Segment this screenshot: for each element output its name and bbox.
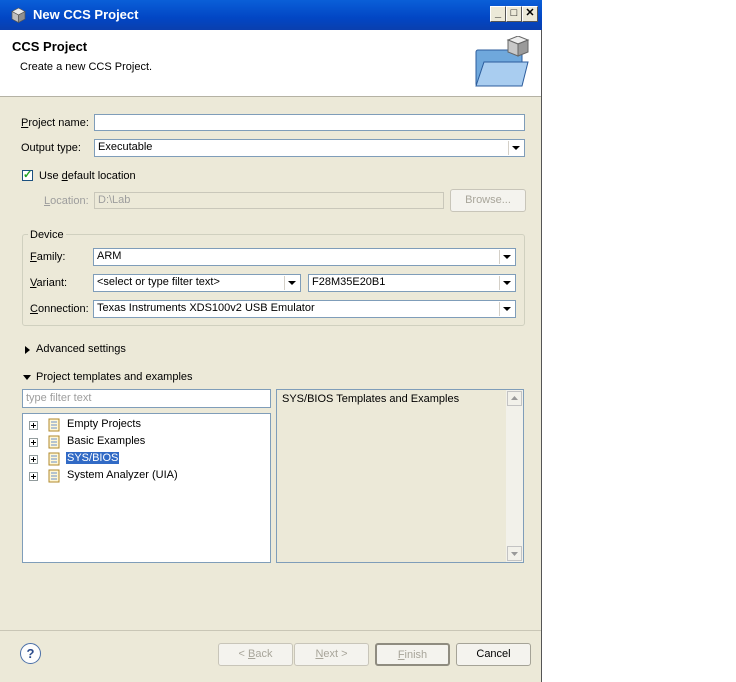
output-type-select[interactable]: Executable bbox=[94, 139, 525, 157]
chevron-down-icon bbox=[499, 250, 514, 264]
new-ccs-project-dialog: New CCS Project _ □ ✕ CCS Project Create… bbox=[0, 0, 542, 682]
finish-button[interactable]: Finish bbox=[375, 643, 450, 666]
template-description-panel: SYS/BIOS Templates and Examples bbox=[276, 389, 524, 563]
output-type-label: Output type: bbox=[21, 142, 81, 154]
template-description: SYS/BIOS Templates and Examples bbox=[282, 393, 460, 405]
close-button[interactable]: ✕ bbox=[522, 6, 538, 22]
template-folder-icon bbox=[48, 418, 60, 432]
cancel-button[interactable]: Cancel bbox=[456, 643, 531, 666]
template-filter-input[interactable]: type filter text bbox=[22, 389, 271, 408]
connection-label: Connection: bbox=[30, 303, 89, 315]
connection-select[interactable]: Texas Instruments XDS100v2 USB Emulator bbox=[93, 300, 516, 318]
folder-with-cube-icon bbox=[475, 36, 530, 87]
window-title: New CCS Project bbox=[33, 7, 139, 22]
title-bar[interactable]: New CCS Project _ □ ✕ bbox=[0, 0, 542, 30]
tree-item-label: Empty Projects bbox=[67, 418, 141, 430]
device-group-label: Device bbox=[28, 229, 66, 241]
location-input[interactable]: D:\Lab bbox=[94, 192, 444, 209]
family-select[interactable]: ARM bbox=[93, 248, 516, 266]
ccs-app-icon bbox=[11, 7, 26, 24]
expand-icon[interactable] bbox=[29, 438, 38, 447]
advanced-settings-label: Advanced settings bbox=[36, 343, 126, 355]
chevron-down-icon bbox=[23, 375, 31, 380]
use-default-location-label: Use default location bbox=[39, 170, 136, 182]
browse-button[interactable]: Browse... bbox=[450, 189, 526, 212]
templates-tree[interactable]: Empty Projects Basic Examples SYS/BIOS S… bbox=[22, 413, 271, 563]
page-title: CCS Project bbox=[12, 39, 88, 54]
tree-item-label: Basic Examples bbox=[67, 435, 146, 447]
scroll-up-arrow[interactable] bbox=[507, 391, 522, 406]
expand-icon[interactable] bbox=[29, 455, 38, 464]
variant-label: Variant: bbox=[30, 277, 68, 289]
scroll-down-arrow[interactable] bbox=[507, 546, 522, 561]
template-folder-icon bbox=[48, 469, 60, 483]
page-description: Create a new CCS Project. bbox=[20, 61, 153, 73]
project-name-input[interactable] bbox=[94, 114, 525, 131]
next-button[interactable]: Next > bbox=[294, 643, 369, 666]
tree-item-label: System Analyzer (UIA) bbox=[67, 469, 178, 481]
chevron-down-icon bbox=[284, 276, 299, 290]
expand-icon[interactable] bbox=[29, 472, 38, 481]
minimize-button[interactable]: _ bbox=[490, 6, 506, 22]
variant-select[interactable]: F28M35E20B1 bbox=[308, 274, 516, 292]
footer-divider bbox=[0, 630, 541, 631]
variant-filter-select[interactable]: <select or type filter text> bbox=[93, 274, 301, 292]
project-templates-toggle[interactable]: Project templates and examples bbox=[22, 370, 212, 386]
help-icon[interactable]: ? bbox=[20, 643, 41, 664]
tree-item-label: SYS/BIOS bbox=[66, 452, 120, 464]
advanced-settings-toggle[interactable]: Advanced settings bbox=[22, 342, 162, 358]
chevron-down-icon bbox=[499, 302, 514, 316]
chevron-right-icon bbox=[25, 346, 30, 354]
project-name-label: Project name: bbox=[21, 117, 89, 129]
expand-icon[interactable] bbox=[29, 421, 38, 430]
wizard-header: CCS Project Create a new CCS Project. bbox=[0, 30, 541, 97]
use-default-location-checkbox[interactable] bbox=[22, 168, 33, 181]
template-folder-icon bbox=[48, 452, 60, 466]
family-label: Family: bbox=[30, 251, 66, 263]
chevron-down-icon bbox=[499, 276, 514, 290]
back-button[interactable]: < Back bbox=[218, 643, 293, 666]
maximize-button[interactable]: □ bbox=[506, 6, 522, 22]
chevron-down-icon bbox=[511, 552, 518, 556]
chevron-down-icon bbox=[508, 141, 523, 155]
location-label: Location: bbox=[44, 195, 89, 207]
chevron-up-icon bbox=[511, 396, 518, 400]
template-folder-icon bbox=[48, 435, 60, 449]
description-scrollbar[interactable] bbox=[506, 390, 523, 562]
project-templates-label: Project templates and examples bbox=[36, 371, 193, 383]
